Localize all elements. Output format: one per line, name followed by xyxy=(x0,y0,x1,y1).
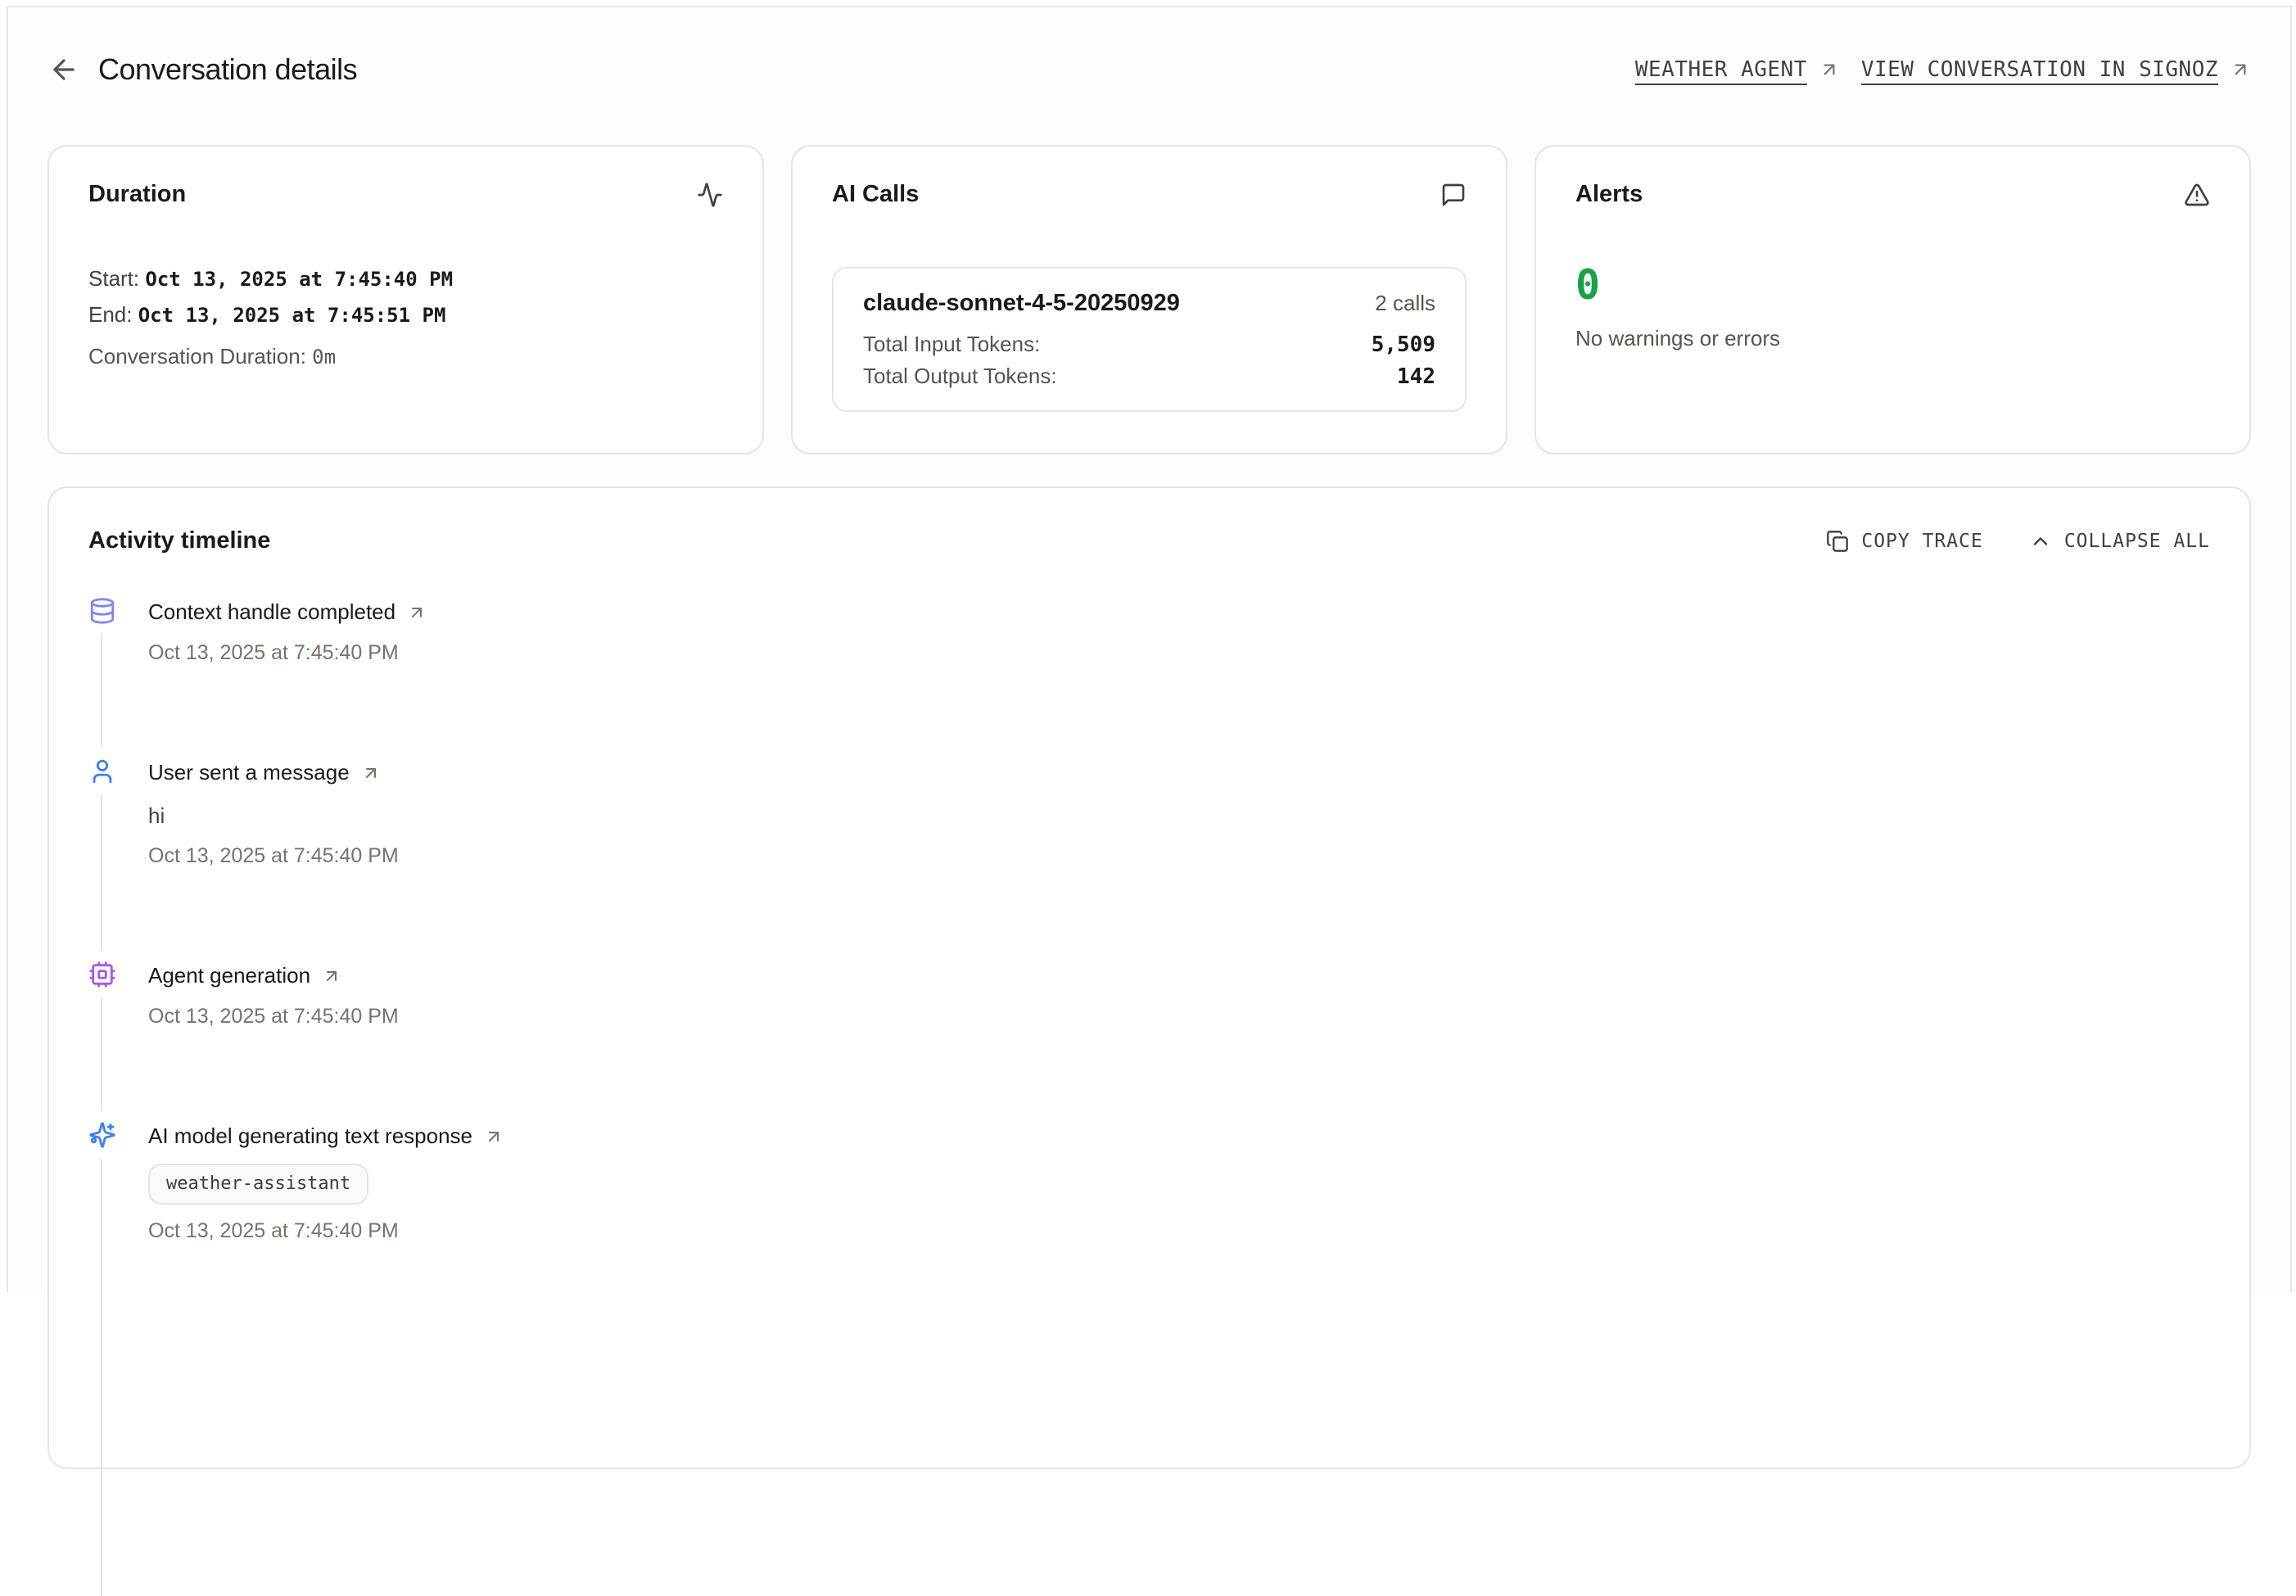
timeline-item-timestamp: Oct 13, 2025 at 7:45:40 PM xyxy=(148,1218,2210,1244)
database-icon xyxy=(88,597,116,625)
timeline-item-agent-generation: Agent generation Oct 13, 2025 at 7:45:40… xyxy=(88,961,2210,1029)
timeline-item-link[interactable]: User sent a message xyxy=(148,757,2210,787)
timeline-item-link[interactable]: Agent generation xyxy=(148,961,2210,990)
copy-trace-button[interactable]: COPY TRACE xyxy=(1826,530,1982,553)
output-tokens-value: 142 xyxy=(1397,364,1435,389)
input-tokens-value: 5,509 xyxy=(1372,332,1435,357)
model-usage-box: claude-sonnet-4-5-20250929 2 calls Total… xyxy=(832,267,1467,412)
output-tokens-label: Total Output Tokens: xyxy=(863,364,1057,389)
arrow-up-right-icon xyxy=(484,1127,504,1146)
timeline-item-link[interactable]: AI model generating text response xyxy=(148,1121,2210,1151)
duration-card: Duration Start: Oct 13, 2025 at 7:45:40 … xyxy=(47,145,764,454)
timeline-list: Context handle completed Oct 13, 2025 at… xyxy=(88,597,2210,1244)
input-tokens-row: Total Input Tokens: 5,509 xyxy=(863,332,1435,357)
arrow-up-right-icon xyxy=(361,763,381,783)
alerts-count: 0 xyxy=(1575,262,2210,308)
conversation-duration-value: 0m xyxy=(312,346,336,368)
arrow-up-right-icon xyxy=(2230,59,2251,80)
copy-trace-label: COPY TRACE xyxy=(1861,531,1982,552)
timeline-item-title: AI model generating text response xyxy=(148,1124,472,1149)
duration-card-title: Duration xyxy=(88,181,186,208)
arrow-up-right-icon xyxy=(407,603,427,622)
output-tokens-row: Total Output Tokens: 142 xyxy=(863,364,1435,389)
collapse-all-label: COLLAPSE ALL xyxy=(2064,531,2210,552)
model-name: claude-sonnet-4-5-20250929 xyxy=(863,290,1180,317)
end-value: Oct 13, 2025 at 7:45:51 PM xyxy=(138,304,446,327)
arrow-up-right-icon xyxy=(322,966,341,986)
timeline-item-link[interactable]: Context handle completed xyxy=(148,597,2210,626)
end-label: End: xyxy=(88,302,133,327)
back-button[interactable] xyxy=(47,53,80,86)
timeline-item-message: hi xyxy=(148,802,2210,830)
alerts-card-title: Alerts xyxy=(1575,181,1643,208)
page-header: Conversation details WEATHER AGENT VIEW … xyxy=(47,50,2251,89)
end-row: End: Oct 13, 2025 at 7:45:51 PM xyxy=(88,298,723,332)
timeline-item-timestamp: Oct 13, 2025 at 7:45:40 PM xyxy=(148,1003,2210,1029)
input-tokens-label: Total Input Tokens: xyxy=(863,332,1040,357)
timeline-item-user-message: User sent a message hi Oct 13, 2025 at 7… xyxy=(88,757,2210,869)
start-row: Start: Oct 13, 2025 at 7:45:40 PM xyxy=(88,262,723,296)
sparkles-icon xyxy=(88,1121,116,1149)
copy-icon xyxy=(1826,530,1849,553)
activity-timeline-card: Activity timeline COPY TRACE COLLAPSE AL… xyxy=(47,486,2251,1469)
activity-icon xyxy=(697,182,723,208)
ai-calls-card: AI Calls claude-sonnet-4-5-20250929 2 ca… xyxy=(791,145,1507,454)
conversation-duration-label: Conversation Duration: xyxy=(88,344,306,368)
timeline-item-context-handle: Context handle completed Oct 13, 2025 at… xyxy=(88,597,2210,666)
start-label: Start: xyxy=(88,266,139,291)
main-panel: Conversation details WEATHER AGENT VIEW … xyxy=(7,6,2292,1292)
arrow-up-right-icon xyxy=(1819,59,1840,80)
weather-agent-link-label: WEATHER AGENT xyxy=(1635,57,1807,82)
activity-timeline-title: Activity timeline xyxy=(88,527,270,554)
timeline-item-title: User sent a message xyxy=(148,760,350,785)
stat-cards-row: Duration Start: Oct 13, 2025 at 7:45:40 … xyxy=(47,145,2251,454)
cpu-icon xyxy=(88,961,116,988)
page-title: Conversation details xyxy=(98,52,357,87)
model-badge: weather-assistant xyxy=(148,1164,368,1205)
start-value: Oct 13, 2025 at 7:45:40 PM xyxy=(145,268,453,291)
view-conversation-link-label: VIEW CONVERSATION IN SIGNOZ xyxy=(1861,57,2218,82)
header-links: WEATHER AGENT VIEW CONVERSATION IN SIGNO… xyxy=(1635,57,2251,82)
message-square-icon xyxy=(1440,182,1467,208)
triangle-alert-icon xyxy=(2184,182,2210,208)
user-icon xyxy=(88,757,116,785)
arrow-left-icon xyxy=(48,54,79,85)
alerts-message: No warnings or errors xyxy=(1575,326,2210,351)
ai-calls-card-title: AI Calls xyxy=(832,181,919,208)
timeline-item-timestamp: Oct 13, 2025 at 7:45:40 PM xyxy=(148,640,2210,666)
timeline-item-ai-text-response: AI model generating text response weathe… xyxy=(88,1121,2210,1244)
timeline-item-timestamp: Oct 13, 2025 at 7:45:40 PM xyxy=(148,843,2210,869)
conversation-duration-row: Conversation Duration: 0m xyxy=(88,340,723,373)
timeline-item-title: Agent generation xyxy=(148,963,310,988)
timeline-item-title: Context handle completed xyxy=(148,599,395,625)
collapse-all-button[interactable]: COLLAPSE ALL xyxy=(2029,530,2210,553)
alerts-card: Alerts 0 No warnings or errors xyxy=(1534,145,2251,454)
weather-agent-link[interactable]: WEATHER AGENT xyxy=(1635,57,1840,82)
view-conversation-in-signoz-link[interactable]: VIEW CONVERSATION IN SIGNOZ xyxy=(1861,57,2251,82)
model-calls-count: 2 calls xyxy=(1375,291,1435,316)
chevron-up-icon xyxy=(2029,530,2052,553)
